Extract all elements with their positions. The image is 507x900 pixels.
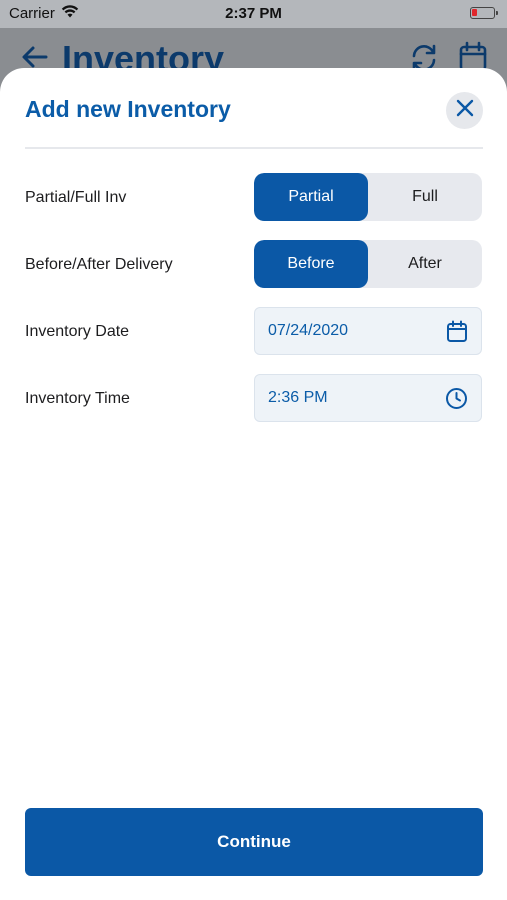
inventory-time-label: Inventory Time — [25, 390, 130, 407]
before-option[interactable]: Before — [254, 240, 368, 288]
add-inventory-sheet: Add new Inventory Partial/Full Inv Parti… — [0, 68, 507, 900]
partial-full-label: Partial/Full Inv — [25, 189, 127, 206]
battery-icon — [470, 7, 498, 19]
close-button[interactable] — [446, 92, 483, 129]
continue-button[interactable]: Continue — [25, 808, 483, 876]
sheet-title: Add new Inventory — [25, 96, 231, 122]
clock-icon[interactable] — [445, 387, 468, 415]
header-divider — [25, 147, 483, 149]
status-bar: Carrier 2:37 PM — [0, 0, 507, 28]
calendar-icon[interactable] — [446, 320, 468, 348]
inventory-date-field[interactable]: 07/24/2020 — [254, 307, 482, 355]
inventory-time-field[interactable]: 2:36 PM — [254, 374, 482, 422]
inventory-date-label: Inventory Date — [25, 323, 130, 340]
inventory-time-value: 2:36 PM — [268, 389, 328, 406]
before-after-segmented-control: Before After — [254, 240, 482, 288]
partial-full-segmented-control: Partial Full — [254, 173, 482, 221]
full-option[interactable]: Full — [368, 173, 482, 221]
close-icon — [456, 99, 474, 122]
status-time: 2:37 PM — [225, 5, 282, 22]
before-after-label: Before/After Delivery — [25, 256, 173, 273]
partial-option[interactable]: Partial — [254, 173, 368, 221]
inventory-date-value: 07/24/2020 — [268, 322, 349, 339]
after-option[interactable]: After — [368, 240, 482, 288]
